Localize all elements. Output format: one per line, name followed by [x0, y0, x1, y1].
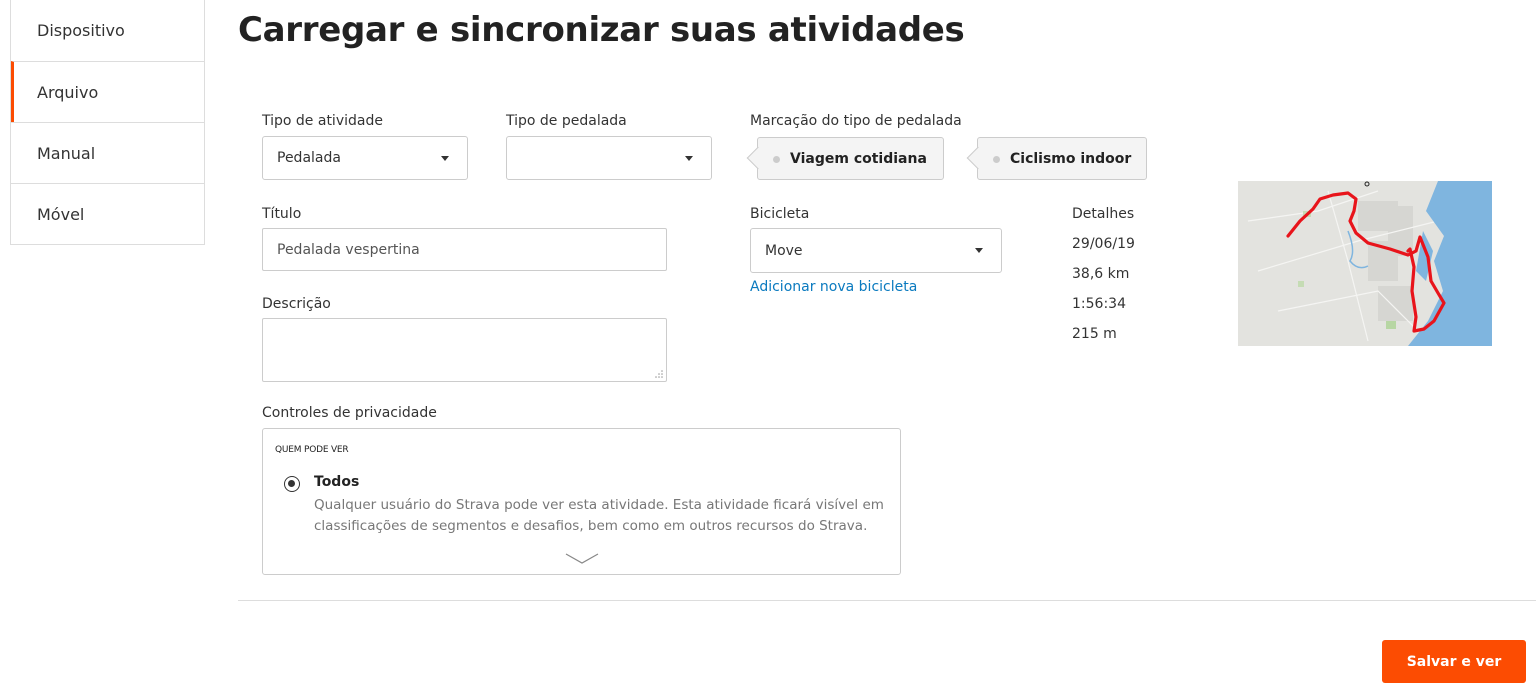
ride-type-select[interactable]: [506, 136, 712, 180]
privacy-panel: QUEM PODE VER Todos Qualquer usuário do …: [262, 428, 901, 575]
bike-value: Move: [765, 242, 803, 259]
chevron-down-icon[interactable]: [565, 553, 599, 565]
add-bike-link[interactable]: Adicionar nova bicicleta: [750, 279, 917, 295]
ride-type-label: Tipo de pedalada: [506, 113, 627, 129]
tag-ciclismo-indoor[interactable]: Ciclismo indoor: [966, 137, 1147, 180]
activity-type-label: Tipo de atividade: [262, 113, 383, 129]
activity-type-value: Pedalada: [277, 150, 341, 166]
tag-hole-icon: [773, 156, 780, 163]
tag-notch: [746, 146, 770, 170]
sidebar-item-label: Arquivo: [37, 82, 99, 102]
sidebar-item-label: Manual: [37, 143, 96, 163]
sidebar-item-arquivo[interactable]: Arquivo: [11, 61, 204, 122]
detail-date: 29/06/19: [1072, 236, 1135, 252]
privacy-section-header: QUEM PODE VER: [275, 445, 349, 455]
caret-down-icon: [441, 156, 449, 161]
privacy-option-label[interactable]: Todos: [314, 474, 359, 490]
privacy-label: Controles de privacidade: [262, 405, 437, 421]
details-label: Detalhes: [1072, 206, 1135, 222]
bike-label: Bicicleta: [750, 206, 810, 222]
upload-method-sidebar: Dispositivo Arquivo Manual Móvel: [10, 0, 205, 245]
ride-tag-label: Marcação do tipo de pedalada: [750, 113, 962, 129]
description-label: Descrição: [262, 296, 331, 312]
sidebar-item-label: Móvel: [37, 204, 85, 224]
detail-elevation: 215 m: [1072, 326, 1117, 342]
sidebar-item-movel[interactable]: Móvel: [11, 183, 204, 244]
sidebar-item-dispositivo[interactable]: Dispositivo: [11, 0, 204, 61]
title-input[interactable]: [262, 228, 667, 271]
route-map-graphic: [1238, 181, 1492, 346]
tag-notch: [966, 146, 990, 170]
privacy-option-description: Qualquer usuário do Strava pode ver esta…: [314, 497, 884, 534]
page-title: Carregar e sincronizar suas atividades: [238, 10, 965, 50]
tag-hole-icon: [993, 156, 1000, 163]
footer-divider: [238, 600, 1536, 601]
privacy-radio-todos[interactable]: [284, 476, 300, 492]
tag-label: Ciclismo indoor: [1010, 150, 1132, 167]
resize-grip-icon[interactable]: [655, 370, 663, 378]
tag-viagem-cotidiana[interactable]: Viagem cotidiana: [746, 137, 944, 180]
save-and-view-button[interactable]: Salvar e ver: [1382, 640, 1526, 683]
activity-type-select[interactable]: Pedalada: [262, 136, 468, 180]
detail-distance: 38,6 km: [1072, 266, 1130, 282]
route-map: [1238, 181, 1492, 346]
bike-select[interactable]: Move: [750, 228, 1002, 273]
description-textarea[interactable]: [262, 318, 667, 382]
title-label: Título: [262, 206, 302, 222]
sidebar-item-label: Dispositivo: [37, 21, 125, 40]
caret-down-icon: [685, 156, 693, 161]
caret-down-icon: [975, 248, 983, 253]
sidebar-item-manual[interactable]: Manual: [11, 122, 204, 183]
detail-time: 1:56:34: [1072, 296, 1126, 312]
tag-label: Viagem cotidiana: [790, 150, 927, 167]
